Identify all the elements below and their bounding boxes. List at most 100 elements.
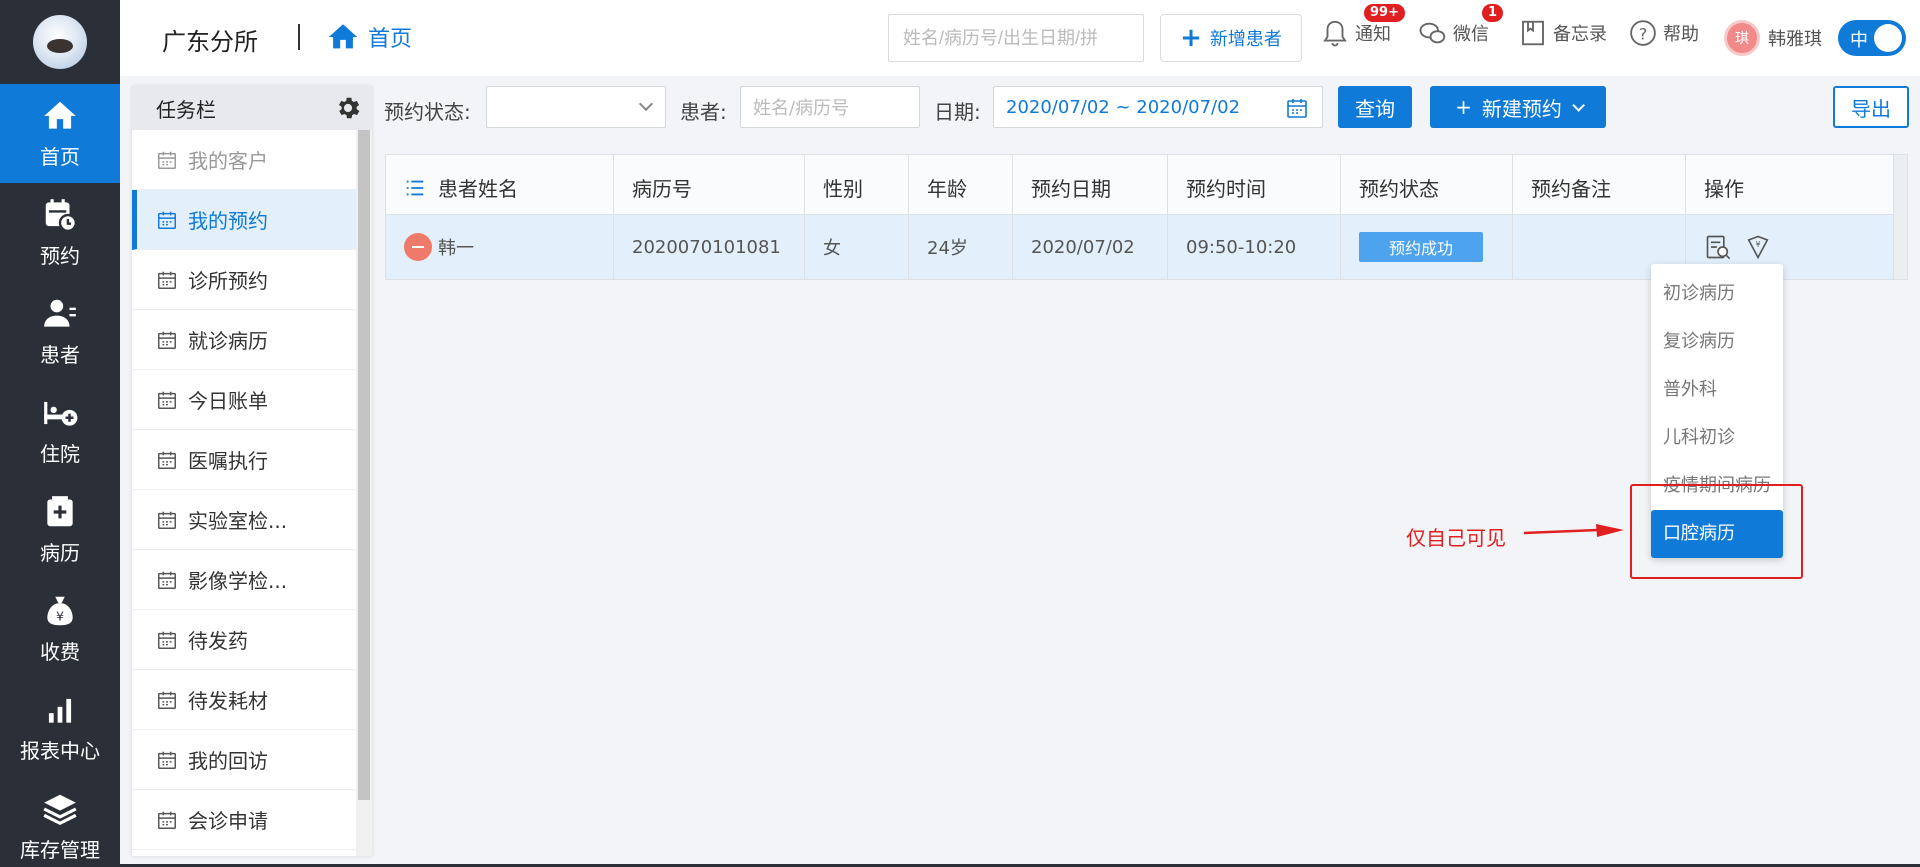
task-panel-title: 任务栏 <box>156 97 216 122</box>
cell-date: 2020/07/02 <box>1013 215 1168 279</box>
nav-item-charge[interactable]: ¥ 收费 <box>0 579 120 678</box>
task-item-label: 我的回访 <box>188 749 268 773</box>
nav-item-patient[interactable]: 患者 <box>0 282 120 381</box>
svg-text:?: ? <box>1639 24 1648 43</box>
table-scrollbar[interactable] <box>1893 155 1907 279</box>
nav-item-medical-record[interactable]: 病历 <box>0 480 120 579</box>
calendar-icon <box>158 211 176 229</box>
task-item-pending-supplies[interactable]: 待发耗材 <box>132 670 356 730</box>
calendar-icon <box>158 571 176 589</box>
nav-label: 住院 <box>40 442 80 466</box>
breadcrumb[interactable]: 首页 <box>326 20 412 54</box>
calendar-icon <box>158 151 176 169</box>
column-header-time[interactable]: 预约时间 <box>1168 155 1341 214</box>
task-item-label: 医嘱执行 <box>188 449 268 473</box>
calendar-icon <box>1287 99 1307 118</box>
column-header-age[interactable]: 年龄 <box>909 155 1013 214</box>
header-divider <box>298 24 300 50</box>
memo-icon <box>1522 20 1544 46</box>
column-header-date[interactable]: 预约日期 <box>1013 155 1168 214</box>
task-item-my-followups[interactable]: 我的回访 <box>132 730 356 790</box>
column-header-record-no[interactable]: 病历号 <box>614 155 805 214</box>
add-patient-button[interactable]: + 新增患者 <box>1160 14 1302 62</box>
language-toggle[interactable]: 中 <box>1838 20 1906 56</box>
task-item-label: 待发耗材 <box>188 689 268 713</box>
menu-item-initial-record[interactable]: 初诊病历 <box>1651 270 1783 318</box>
task-item-my-clients[interactable]: 我的客户 <box>132 130 356 190</box>
calendar-icon <box>158 511 176 529</box>
nav-item-inventory[interactable]: 库存管理 <box>0 777 120 867</box>
chevron-down-icon <box>1572 98 1585 112</box>
task-item-clinic-appointments[interactable]: 诊所预约 <box>132 250 356 310</box>
wechat-button[interactable]: 微信 1 <box>1418 4 1504 48</box>
cell-time: 09:50-10:20 <box>1168 215 1341 279</box>
task-panel-scrollbar[interactable] <box>356 130 372 856</box>
header-label: 患者姓名 <box>438 177 518 201</box>
price-tag-icon[interactable]: ¥ <box>1744 233 1772 261</box>
record-search-icon[interactable] <box>1704 233 1732 261</box>
menu-item-pediatric-initial[interactable]: 儿科初诊 <box>1651 414 1783 462</box>
wechat-badge: 1 <box>1482 4 1504 22</box>
query-button[interactable]: 查询 <box>1338 86 1412 128</box>
top-header: 广东分所 首页 + 新增患者 通知 99+ 微信 1 备忘录 ? 帮助 琪 韩雅… <box>120 0 1920 76</box>
cell-gender: 女 <box>805 215 909 279</box>
task-item-label: 就诊病历 <box>188 329 268 353</box>
status-select[interactable] <box>486 86 666 128</box>
patient-filter-label: 患者: <box>680 100 727 124</box>
patient-search-input[interactable] <box>888 14 1144 62</box>
task-item-lab-tests[interactable]: 实验室检... <box>132 490 356 550</box>
nav-label: 患者 <box>40 343 80 367</box>
scrollbar-thumb[interactable] <box>358 130 370 800</box>
notification-button[interactable]: 通知 99+ <box>1320 4 1405 48</box>
home-icon <box>328 24 358 49</box>
annotation-highlight-box <box>1630 484 1803 579</box>
table-header-row: 患者姓名 病历号 性别 年龄 预约日期 预约时间 预约状态 预约备注 操作 <box>386 155 1907 215</box>
nav-label: 收费 <box>40 640 80 664</box>
task-item-imaging-tests[interactable]: 影像学检... <box>132 550 356 610</box>
gear-icon[interactable] <box>334 94 362 122</box>
help-button[interactable]: ? 帮助 <box>1628 18 1699 48</box>
app-logo <box>33 15 87 69</box>
cell-age: 24岁 <box>909 215 1013 279</box>
new-appointment-button[interactable]: + 新建预约 <box>1430 86 1606 128</box>
bed-icon <box>44 401 78 426</box>
task-item-label: 影像学检... <box>188 569 288 593</box>
task-item-label: 诊所预约 <box>188 269 268 293</box>
column-header-patient-name[interactable]: 患者姓名 <box>386 155 614 214</box>
task-item-label: 今日账单 <box>188 389 268 413</box>
nav-item-reports[interactable]: 报表中心 <box>0 678 120 777</box>
column-header-status[interactable]: 预约状态 <box>1341 155 1513 214</box>
nav-item-home[interactable]: 首页 <box>0 84 120 183</box>
chevron-down-icon <box>638 96 654 112</box>
memo-button[interactable]: 备忘录 <box>1518 18 1607 48</box>
task-item-visit-records[interactable]: 就诊病历 <box>132 310 356 370</box>
task-item-orders-execution[interactable]: 医嘱执行 <box>132 430 356 490</box>
column-header-actions: 操作 <box>1704 177 1744 201</box>
date-range-picker[interactable]: 2020/07/02 ~ 2020/07/02 <box>993 86 1323 128</box>
column-header-note[interactable]: 预约备注 <box>1513 155 1686 214</box>
patient-filter-input[interactable]: 姓名/病历号 <box>740 86 920 128</box>
help-label: 帮助 <box>1663 24 1699 45</box>
bell-icon <box>1323 20 1347 47</box>
user-name: 韩雅琪 <box>1768 29 1822 50</box>
nav-label: 病历 <box>40 541 80 565</box>
task-item-consultation-request[interactable]: 会诊申请 <box>132 790 356 850</box>
task-item-label: 我的客户 <box>188 149 268 173</box>
left-nav: 首页 预约 患者 住院 病历 ¥ 收费 报表中心 库存管理 <box>0 0 120 867</box>
plus-icon: + <box>1455 95 1472 119</box>
nav-item-appointment[interactable]: 预约 <box>0 183 120 282</box>
cell-status: 预约成功 <box>1341 215 1513 279</box>
user-menu[interactable]: 琪 韩雅琪 <box>1724 20 1822 56</box>
menu-item-followup-record[interactable]: 复诊病历 <box>1651 318 1783 366</box>
branch-name[interactable]: 广东分所 <box>162 22 258 57</box>
logo-area <box>0 0 120 84</box>
task-list: 我的客户 我的预约 诊所预约 就诊病历 今日账单 医嘱执行 实验室检... 影像… <box>132 130 356 850</box>
column-header-gender[interactable]: 性别 <box>805 155 909 214</box>
task-item-my-appointments[interactable]: 我的预约 <box>132 190 356 250</box>
cell-patient-name[interactable]: 韩一 <box>386 215 614 279</box>
nav-item-inpatient[interactable]: 住院 <box>0 381 120 480</box>
menu-item-general-surgery[interactable]: 普外科 <box>1651 366 1783 414</box>
export-button[interactable]: 导出 <box>1833 86 1909 128</box>
task-item-pending-drugs[interactable]: 待发药 <box>132 610 356 670</box>
task-item-today-bills[interactable]: 今日账单 <box>132 370 356 430</box>
